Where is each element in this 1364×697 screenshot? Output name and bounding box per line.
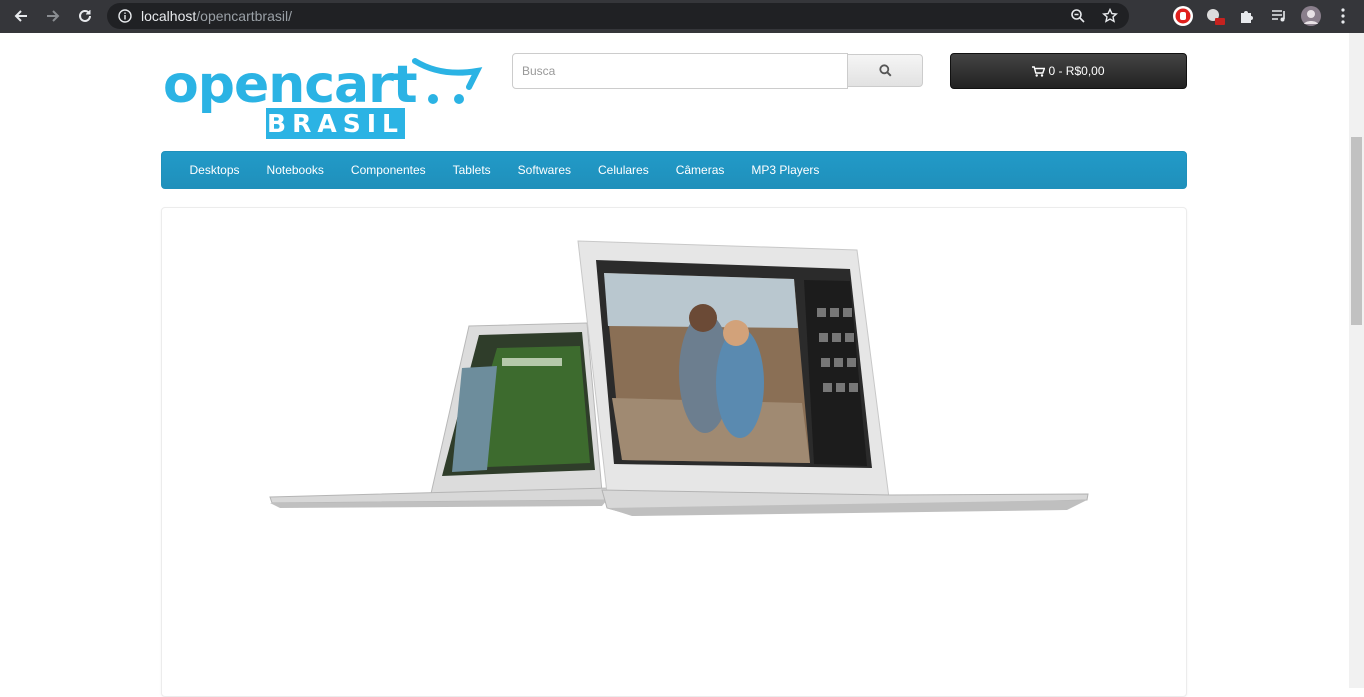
shopping-cart-icon [1032,65,1046,77]
logo-subtitle: BRASIL [266,108,405,139]
page-viewport: opencart BRASIL 0 - R$0,00 Desktops Note… [0,33,1364,697]
menu-item-componentes[interactable]: Componentes [337,151,439,189]
browser-toolbar: localhost/opencartbrasil/ [0,0,1364,33]
zoom-icon[interactable] [1070,8,1086,24]
back-arrow-icon [14,10,27,22]
kebab-menu-icon [1341,8,1345,24]
extension-badge[interactable] [1203,4,1227,28]
avatar-icon [1301,6,1321,26]
url-host: localhost [141,8,197,24]
menu-item-notebooks[interactable]: Notebooks [253,151,337,189]
cart-button[interactable]: 0 - R$0,00 [950,53,1187,89]
url-text: localhost/opencartbrasil/ [141,8,292,24]
forward-button[interactable] [40,4,66,28]
puzzle-icon [1241,11,1253,23]
banner-slideshow[interactable] [161,207,1187,697]
back-button[interactable] [8,4,34,28]
category-menu: Desktops Notebooks Componentes Tablets S… [161,151,1187,189]
adblock-extension[interactable] [1171,4,1195,28]
extensions-button[interactable] [1235,4,1259,28]
search-icon [878,64,892,77]
search-button[interactable] [847,54,923,87]
media-button[interactable] [1267,4,1291,28]
forward-arrow-icon [47,10,60,22]
menu-item-mp3-players[interactable]: MP3 Players [738,151,833,189]
adblock-icon [1173,6,1193,26]
menu-item-softwares[interactable]: Softwares [504,151,584,189]
page-scrollbar[interactable] [1349,33,1364,688]
url-path: /opencartbrasil/ [196,8,292,24]
reload-button[interactable] [72,4,98,28]
reload-icon [79,9,91,22]
search-input[interactable] [512,53,848,89]
profile-avatar[interactable] [1299,4,1323,28]
menu-item-cameras[interactable]: Câmeras [662,151,738,189]
laptops-banner-image [269,240,1089,516]
playlist-icon [1272,10,1285,22]
browser-menu-button[interactable] [1331,4,1355,28]
menu-item-tablets[interactable]: Tablets [439,151,504,189]
cart-swoosh-icon [412,58,483,104]
extension-icon [1207,9,1225,25]
store-logo[interactable]: opencart BRASIL [163,55,483,143]
bookmark-star-icon[interactable] [1102,8,1118,24]
scrollbar-thumb[interactable] [1351,137,1362,325]
info-icon [118,9,132,23]
address-bar[interactable]: localhost/opencartbrasil/ [107,3,1129,29]
menu-item-desktops[interactable]: Desktops [176,151,253,189]
logo-wordmark: opencart [163,55,418,115]
menu-item-celulares[interactable]: Celulares [585,151,663,189]
cart-total: 0 - R$0,00 [1048,64,1105,78]
